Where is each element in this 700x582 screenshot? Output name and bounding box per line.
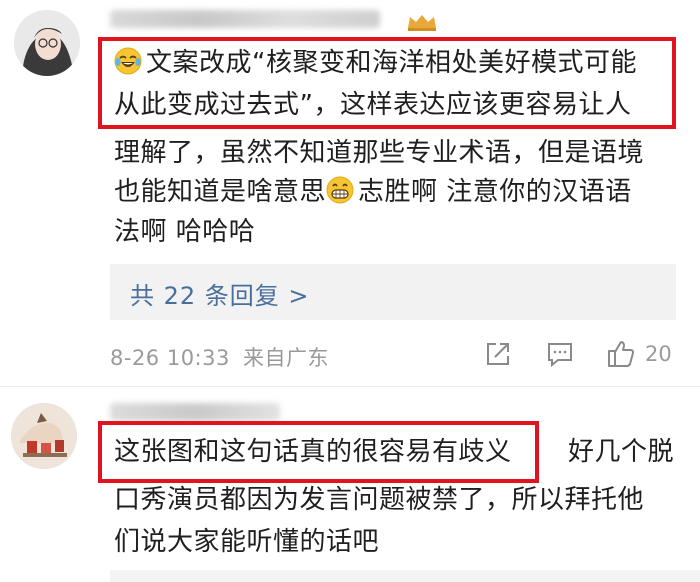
comment-line: 法啊 哈哈哈 bbox=[114, 217, 256, 247]
comment-line: 口秀演员都因为发言问题被禁了，所以拜托他 bbox=[114, 485, 645, 515]
view-replies-link[interactable]: 共 22 条回复 > bbox=[130, 276, 310, 311]
crown-badge-icon bbox=[404, 12, 440, 32]
share-icon[interactable] bbox=[482, 338, 514, 370]
comment-meta: 8-26 10:33 来自广东 bbox=[110, 342, 329, 372]
comment-text: 也能知道是啥意思 bbox=[114, 177, 327, 207]
comment-text: 志胜啊 注意你的汉语语 bbox=[358, 177, 632, 207]
comment-line: 好几个脱 bbox=[568, 437, 675, 467]
comment-line: 文案改成“核聚变和海洋相处美好模式可能 bbox=[114, 43, 637, 87]
comment-location: 来自广东 bbox=[243, 346, 330, 370]
avatar[interactable] bbox=[11, 403, 77, 469]
username-blurred[interactable] bbox=[110, 10, 380, 28]
comment-line: 理解了，虽然不知道那些专业术语，但是语境 bbox=[114, 138, 645, 168]
avatar[interactable] bbox=[14, 10, 80, 76]
divider bbox=[0, 386, 700, 387]
grinning-emoji bbox=[326, 176, 354, 216]
comment-text: 文案改成“核聚变和海洋相处美好模式可能 bbox=[146, 48, 637, 78]
next-item-edge bbox=[110, 570, 700, 582]
comment-time: 8-26 10:33 bbox=[110, 346, 230, 370]
comment-line: 们说大家能听懂的话吧 bbox=[114, 527, 380, 557]
comment-line: 也能知道是啥意思 志胜啊 注意你的汉语语 bbox=[114, 172, 632, 216]
username-blurred[interactable] bbox=[110, 403, 280, 421]
comment-line: 从此变成过去式”，这样表达应该更容易让人 bbox=[114, 90, 632, 120]
like-count: 20 bbox=[645, 342, 672, 366]
laughing-tears-emoji bbox=[114, 47, 142, 87]
comment-line: 这张图和这句话真的很容易有歧义 bbox=[114, 432, 512, 472]
thumbs-up-icon[interactable] bbox=[605, 338, 637, 370]
comment-text: 这张图和这句话真的很容易有歧义 bbox=[114, 437, 512, 467]
comment-icon[interactable] bbox=[544, 338, 576, 370]
reply-strip[interactable]: 共 22 条回复 > bbox=[110, 264, 676, 320]
